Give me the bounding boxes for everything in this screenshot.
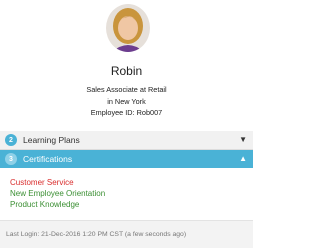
certification-link-product-knowledge[interactable]: Product Knowledge	[10, 199, 105, 210]
caret-down-icon[interactable]: ▼	[239, 135, 247, 144]
location: in New York	[107, 96, 146, 106]
learning-plans-panel[interactable]: 2 Learning Plans ▼	[0, 131, 253, 150]
profile-card: Robin Sales Associate at Retail in New Y…	[0, 0, 253, 127]
certification-link-new-employee-orientation[interactable]: New Employee Orientation	[10, 188, 105, 199]
profile-name: Robin	[110, 64, 143, 78]
footer: Last Login: 21-Dec-2016 1:20 PM CST (a f…	[0, 220, 253, 248]
certifications-list: Customer Service New Employee Orientatio…	[10, 177, 105, 210]
employee-id: Employee ID: Rob007	[90, 108, 163, 117]
certifications-count-badge: 3	[5, 153, 17, 165]
learning-plans-label: Learning Plans	[23, 135, 80, 145]
job-title: Sales Associate at Retail	[86, 85, 167, 94]
avatar[interactable]	[106, 4, 150, 52]
caret-up-icon[interactable]: ▲	[239, 154, 247, 163]
last-login-text: Last Login: 21-Dec-2016 1:20 PM CST (a f…	[6, 231, 187, 238]
certifications-panel[interactable]: 3 Certifications ▲	[0, 150, 253, 168]
profile-info: Sales Associate at Retail in New York Em…	[0, 84, 253, 119]
learning-plans-count-badge: 2	[5, 134, 17, 146]
certification-link-customer-service[interactable]: Customer Service	[10, 177, 105, 188]
certifications-label: Certifications	[23, 154, 73, 164]
